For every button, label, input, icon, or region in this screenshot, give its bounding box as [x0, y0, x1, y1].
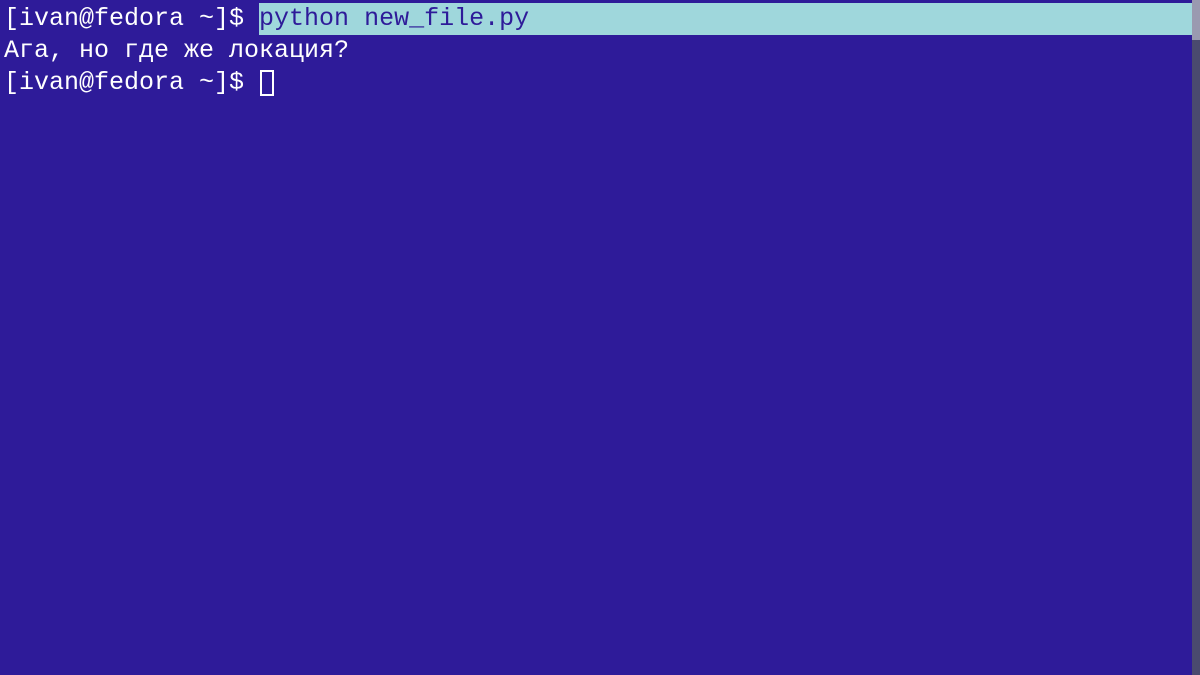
terminal-line-3: [ivan@fedora ~]$ — [4, 67, 1196, 99]
terminal-window[interactable]: [ivan@fedora ~]$ python new_file.py Ага,… — [0, 0, 1200, 675]
cursor-icon — [260, 70, 274, 96]
shell-prompt: [ivan@fedora ~]$ — [4, 67, 259, 99]
scrollbar-thumb[interactable] — [1192, 0, 1200, 40]
shell-prompt: [ivan@fedora ~]$ — [4, 3, 259, 35]
terminal-line-1: [ivan@fedora ~]$ python new_file.py — [4, 3, 1196, 35]
terminal-line-2: Ага, но где же локация? — [4, 35, 1196, 67]
highlighted-command: python new_file.py — [259, 3, 1196, 35]
scrollbar-track[interactable] — [1192, 0, 1200, 675]
program-output: Ага, но где же локация? — [4, 35, 349, 67]
